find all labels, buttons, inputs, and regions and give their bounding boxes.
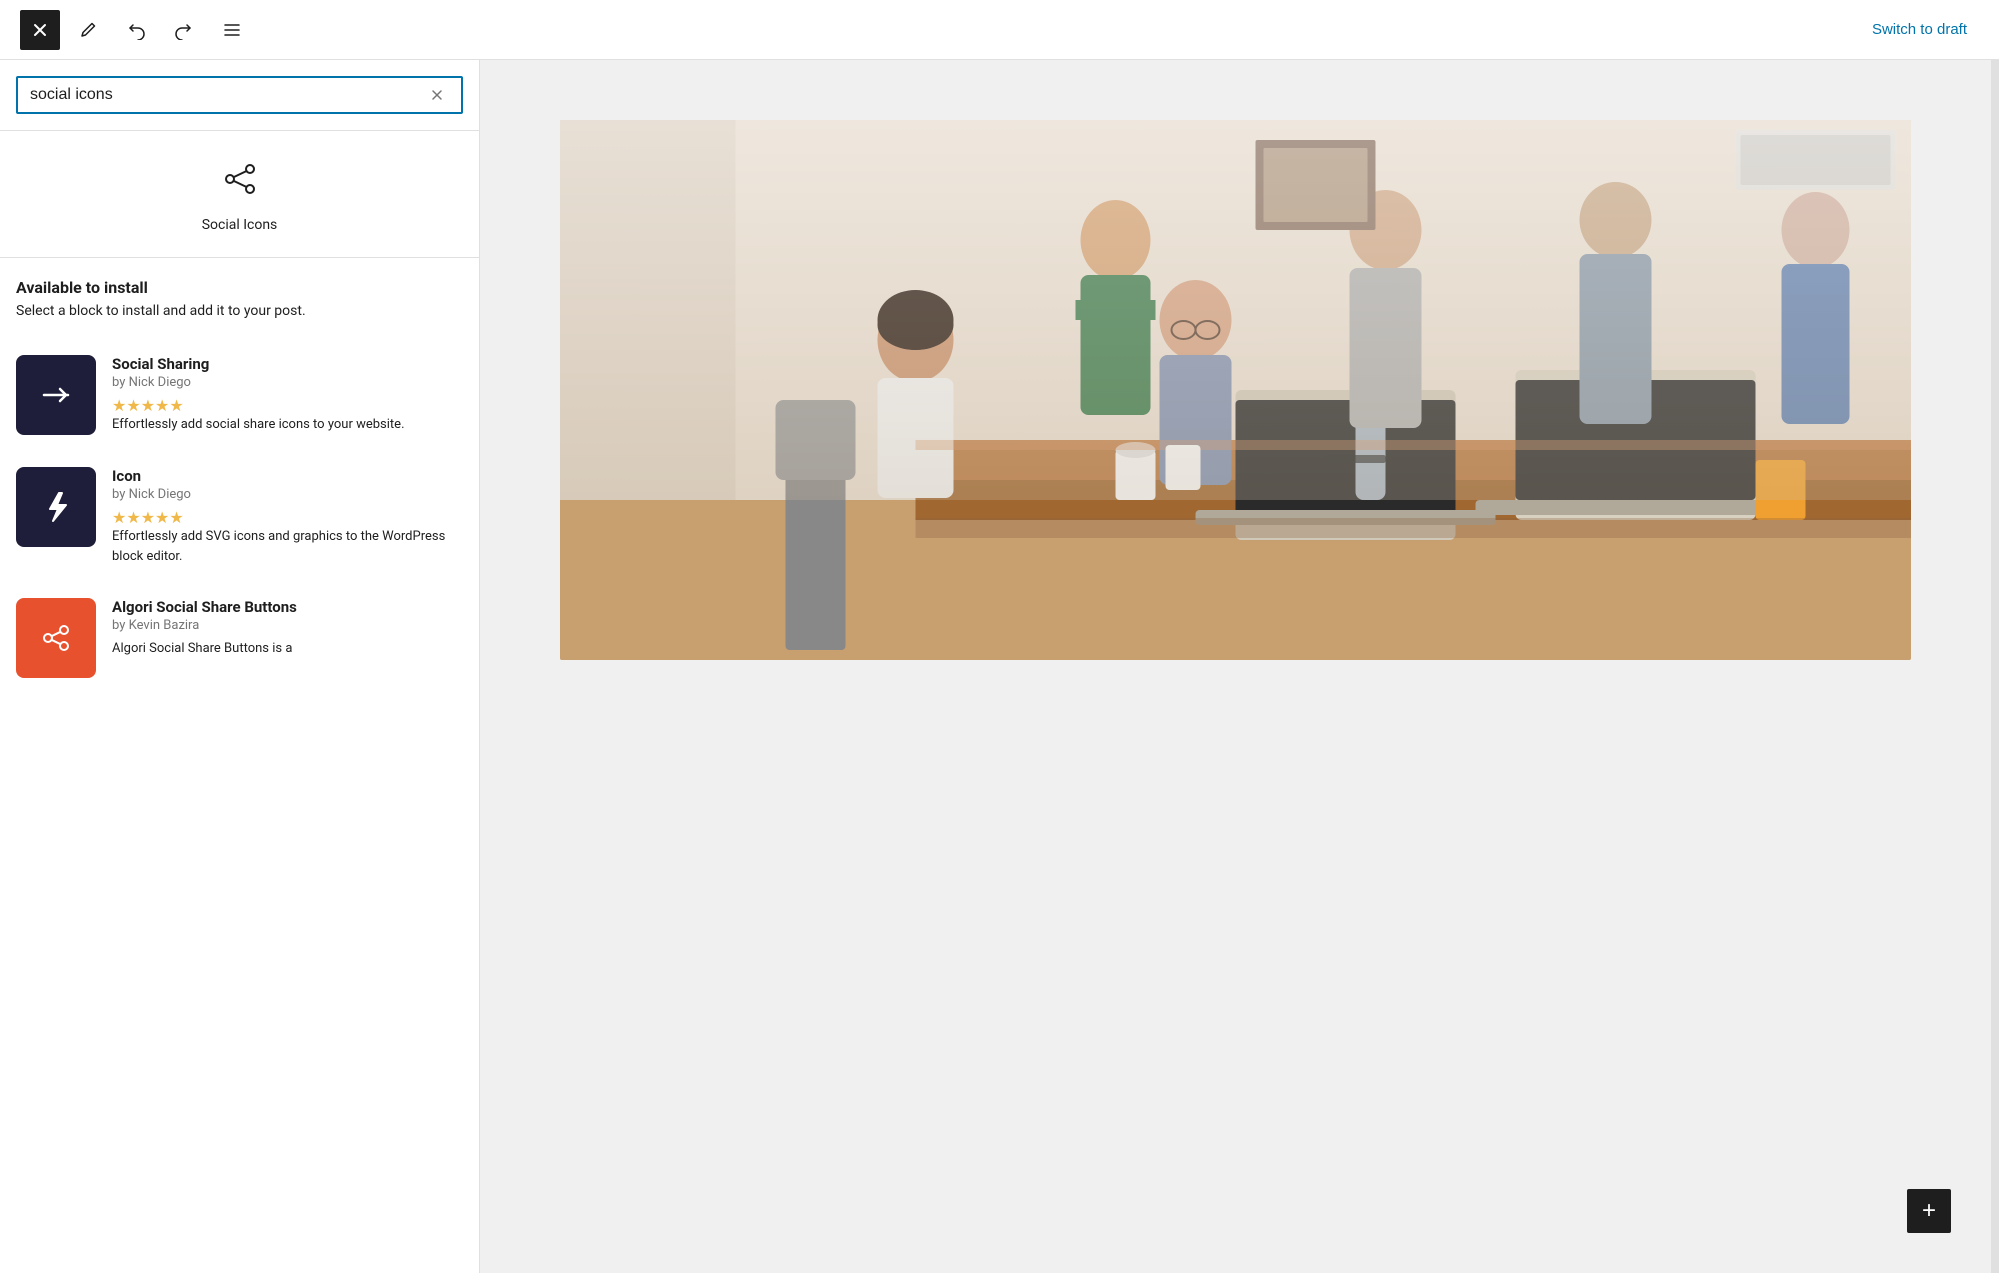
- search-container: [0, 60, 479, 131]
- algori-plugin-desc: Algori Social Share Buttons is a: [112, 639, 463, 659]
- topbar-right: Switch to draft: [1860, 13, 1979, 46]
- plugin-icon[interactable]: Icon by Nick Diego ★★★★★ Effortlessly ad…: [16, 451, 463, 582]
- menu-icon: [222, 20, 242, 40]
- available-title: Available to install: [16, 278, 463, 297]
- content-area: +: [480, 60, 1991, 1273]
- undo-button[interactable]: [116, 10, 156, 50]
- social-sharing-author: by Nick Diego: [112, 375, 463, 390]
- right-scrollbar[interactable]: [1991, 60, 1999, 1273]
- icon-plugin-stars: ★★★★★: [112, 508, 463, 527]
- plugin-algori[interactable]: Algori Social Share Buttons by Kevin Baz…: [16, 582, 463, 694]
- undo-icon: [126, 20, 146, 40]
- redo-icon: [174, 20, 194, 40]
- social-sharing-info: Social Sharing by Nick Diego ★★★★★ Effor…: [112, 355, 463, 435]
- close-icon: [31, 21, 49, 39]
- close-button[interactable]: [20, 10, 60, 50]
- available-desc: Select a block to install and add it to …: [16, 303, 463, 319]
- algori-plugin-name: Algori Social Share Buttons: [112, 598, 463, 616]
- redo-button[interactable]: [164, 10, 204, 50]
- social-icons-icon: [222, 161, 258, 205]
- edit-icon: [79, 21, 97, 39]
- algori-plugin-author: by Kevin Bazira: [112, 618, 463, 633]
- plugin-social-sharing[interactable]: Social Sharing by Nick Diego ★★★★★ Effor…: [16, 339, 463, 451]
- main-layout: Social Icons Available to install Select…: [0, 60, 1999, 1273]
- available-section: Available to install Select a block to i…: [0, 258, 479, 694]
- icon-plugin-author: by Nick Diego: [112, 487, 463, 502]
- social-icons-label: Social Icons: [202, 217, 278, 233]
- post-image: [560, 120, 1911, 660]
- icon-plugin-desc: Effortlessly add SVG icons and graphics …: [112, 527, 463, 566]
- switch-to-draft-button[interactable]: Switch to draft: [1860, 13, 1979, 46]
- search-box: [16, 76, 463, 114]
- topbar: Switch to draft: [0, 0, 1999, 60]
- algori-plugin-info: Algori Social Share Buttons by Kevin Baz…: [112, 598, 463, 659]
- add-block-button[interactable]: +: [1907, 1189, 1951, 1233]
- icon-plugin-info: Icon by Nick Diego ★★★★★ Effortlessly ad…: [112, 467, 463, 566]
- social-sharing-desc: Effortlessly add social share icons to y…: [112, 415, 463, 435]
- clear-icon: [429, 87, 445, 103]
- sidebar: Social Icons Available to install Select…: [0, 60, 480, 1273]
- search-input[interactable]: [30, 86, 425, 104]
- menu-button[interactable]: [212, 10, 252, 50]
- icon-plugin-name: Icon: [112, 467, 463, 485]
- edit-button[interactable]: [68, 10, 108, 50]
- social-sharing-name: Social Sharing: [112, 355, 463, 373]
- social-sharing-icon: [16, 355, 96, 435]
- social-icons-block-result[interactable]: Social Icons: [0, 131, 479, 258]
- algori-plugin-icon: [16, 598, 96, 678]
- search-clear-button[interactable]: [425, 87, 449, 103]
- topbar-left: [20, 10, 252, 50]
- icon-plugin-icon: [16, 467, 96, 547]
- social-sharing-stars: ★★★★★: [112, 396, 463, 415]
